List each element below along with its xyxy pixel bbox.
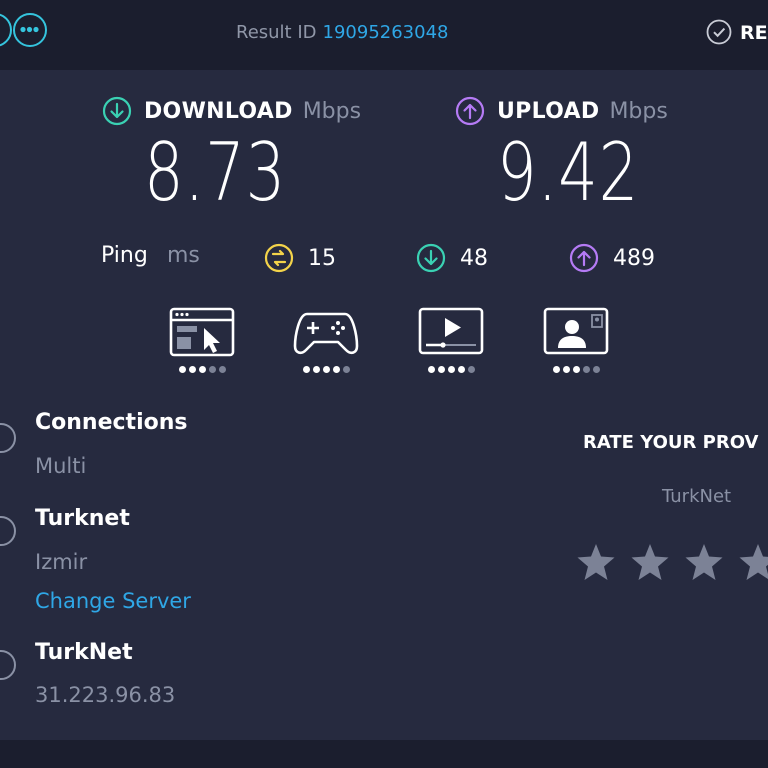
upload-unit: Mbps bbox=[609, 98, 668, 124]
idle-latency-icon bbox=[264, 243, 294, 273]
usecase-rating bbox=[291, 366, 361, 373]
upload-label: UPLOAD bbox=[497, 98, 600, 124]
rating-dot bbox=[582, 366, 590, 373]
rating-dot bbox=[427, 366, 435, 373]
star-icon[interactable] bbox=[684, 542, 724, 582]
rating-dot bbox=[457, 366, 465, 373]
rating-dot bbox=[437, 366, 445, 373]
download-label: DOWNLOAD bbox=[144, 98, 293, 124]
rating-dot bbox=[208, 366, 216, 373]
connections-title: Connections bbox=[35, 410, 188, 435]
rating-stars bbox=[576, 542, 768, 582]
rating-dot bbox=[447, 366, 455, 373]
ping-idle: 15 bbox=[264, 243, 336, 273]
star-icon[interactable] bbox=[738, 542, 768, 582]
ping-unit: ms bbox=[167, 243, 200, 268]
upload-header: UPLOAD Mbps bbox=[455, 96, 668, 126]
rating-dot bbox=[592, 366, 600, 373]
rating-dot bbox=[342, 366, 350, 373]
rate-provider-name: TurkNet bbox=[662, 486, 732, 507]
ping-row: Ping ms 15 48 489 bbox=[0, 243, 768, 275]
download-unit: Mbps bbox=[302, 98, 362, 124]
rating-dot bbox=[312, 366, 320, 373]
change-server-link[interactable]: Change Server bbox=[35, 589, 191, 613]
result-id-label: Result ID bbox=[236, 22, 317, 43]
rating-dot bbox=[302, 366, 310, 373]
download-value: 8.73 bbox=[144, 126, 287, 219]
usecase-rating bbox=[167, 366, 237, 373]
usecase-video-chat[interactable] bbox=[541, 306, 611, 373]
result-id: Result ID 19095263048 bbox=[236, 22, 449, 43]
upload-latency-icon bbox=[569, 243, 599, 273]
rating-dot bbox=[188, 366, 196, 373]
rating-dot bbox=[218, 366, 226, 373]
download-latency-icon bbox=[416, 243, 446, 273]
download-header: DOWNLOAD Mbps bbox=[102, 96, 361, 126]
streaming-icon bbox=[418, 307, 484, 355]
results-label: RE bbox=[740, 22, 768, 44]
rating-dot bbox=[178, 366, 186, 373]
results-button[interactable]: RE bbox=[706, 19, 768, 45]
rating-dot bbox=[332, 366, 340, 373]
video-chat-icon bbox=[543, 307, 609, 355]
globe-icon bbox=[0, 516, 16, 546]
rating-dot bbox=[552, 366, 560, 373]
ping-upload-value: 489 bbox=[613, 245, 655, 271]
share-button[interactable] bbox=[0, 13, 12, 47]
check-circle-icon bbox=[706, 19, 732, 44]
download-arrow-icon bbox=[102, 96, 132, 126]
web-browsing-icon bbox=[169, 307, 235, 357]
star-icon[interactable] bbox=[576, 542, 616, 582]
connections-icon bbox=[0, 423, 16, 453]
usecase-gaming[interactable] bbox=[291, 306, 361, 373]
top-bar: Result ID 19095263048 RE bbox=[0, 0, 768, 70]
server-location: Izmir bbox=[35, 550, 88, 574]
provider-name: TurkNet bbox=[35, 640, 133, 665]
gaming-icon bbox=[293, 312, 359, 355]
usecase-rating bbox=[416, 366, 486, 373]
upload-value: 9.42 bbox=[497, 126, 640, 219]
provider-ip: 31.223.96.83 bbox=[35, 683, 176, 707]
user-icon bbox=[0, 650, 16, 680]
ellipsis-icon bbox=[20, 26, 39, 33]
ping-label: Ping bbox=[101, 243, 148, 268]
result-id-link[interactable]: 19095263048 bbox=[323, 22, 449, 43]
rating-dot bbox=[467, 366, 475, 373]
star-icon[interactable] bbox=[630, 542, 670, 582]
connections-value: Multi bbox=[35, 454, 87, 478]
ping-download: 48 bbox=[416, 243, 488, 273]
rating-dot bbox=[562, 366, 570, 373]
more-options-button[interactable] bbox=[13, 13, 47, 47]
ping-upload: 489 bbox=[569, 243, 655, 273]
rate-provider-title: RATE YOUR PROV bbox=[583, 432, 759, 453]
bottom-bar bbox=[0, 740, 768, 768]
ping-idle-value: 15 bbox=[308, 245, 336, 271]
rating-dot bbox=[572, 366, 580, 373]
server-name: Turknet bbox=[35, 506, 130, 531]
upload-arrow-icon bbox=[455, 96, 485, 126]
usecase-rating bbox=[541, 366, 611, 373]
rating-dot bbox=[322, 366, 330, 373]
usecase-web-browsing[interactable] bbox=[167, 306, 237, 373]
rating-dot bbox=[198, 366, 206, 373]
ping-download-value: 48 bbox=[460, 245, 488, 271]
usecase-streaming[interactable] bbox=[416, 306, 486, 373]
